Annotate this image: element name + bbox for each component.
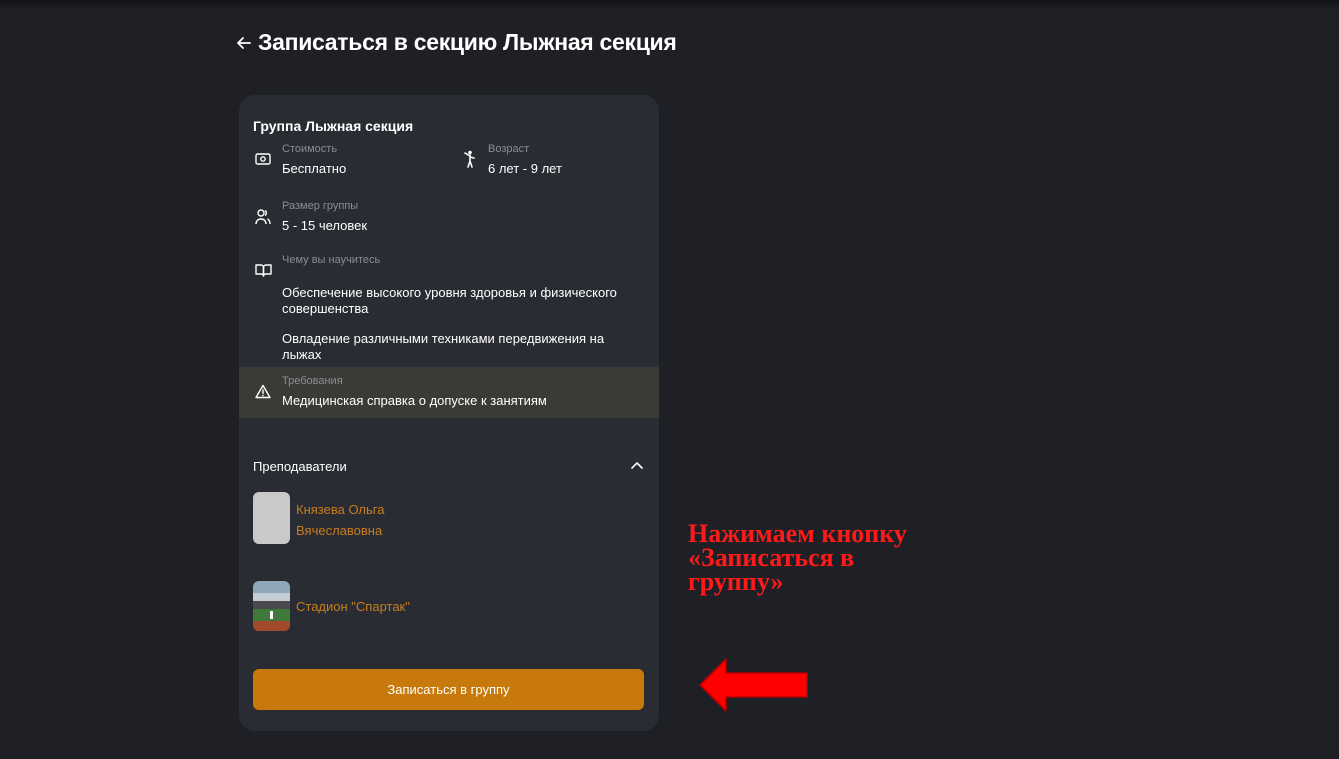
annotation-text: Нажимаем кнопку «Записаться в группу» (688, 519, 907, 596)
collapse-toggle[interactable] (627, 457, 647, 473)
group-title: Группа Лыжная секция (253, 118, 414, 134)
learn-label: Чему вы научитесь (282, 254, 381, 266)
age-label: Возраст (488, 143, 530, 155)
learn-item: Обеспечение высокого уровня здоровья и ф… (282, 285, 617, 316)
cost-value: Бесплатно (282, 161, 347, 176)
group-size-label: Размер группы (282, 200, 359, 212)
enroll-button[interactable]: Записаться в группу (253, 669, 644, 710)
person-icon (459, 149, 479, 169)
requirements-block: Требования Медицинская справка о допуске… (239, 367, 659, 418)
avatar (253, 492, 290, 544)
learn-item: Овладение различными техниками передвиже… (282, 331, 605, 362)
group-size-info: Размер группы 5 - 15 человек (253, 200, 553, 236)
red-arrow-left-icon (699, 658, 808, 712)
requirements-value: Медицинская справка о допуске к занятиям (282, 393, 547, 408)
top-bar (0, 0, 1339, 10)
cost-info: Стоимость Бесплатно (253, 143, 443, 179)
chevron-up-icon (631, 462, 643, 469)
group-size-value: 5 - 15 человек (282, 218, 368, 233)
teachers-title: Преподаватели (253, 459, 347, 474)
requirements-label: Требования (282, 375, 343, 387)
page-title: Записаться в секцию Лыжная секция (258, 29, 677, 55)
stadium-link[interactable]: Стадион "Спартак" (296, 599, 410, 614)
age-value: 6 лет - 9 лет (488, 161, 562, 176)
book-icon (253, 260, 273, 280)
age-info: Возраст 6 лет - 9 лет (459, 143, 649, 179)
warning-icon (253, 381, 273, 401)
back-button[interactable] (234, 31, 254, 55)
users-icon (253, 207, 273, 227)
group-card: Группа Лыжная секция Стоимость Бесплатно… (239, 95, 659, 731)
learn-info: Чему вы научитесь (253, 254, 643, 284)
arrow-left-icon (237, 37, 251, 49)
requirements-info: Требования Медицинская справка о допуске… (253, 375, 643, 411)
cost-label: Стоимость (282, 143, 338, 155)
stadium-photo (253, 581, 290, 631)
money-icon (253, 149, 273, 169)
teacher-name-link[interactable]: Князева Ольга Вячеславовна (296, 499, 406, 541)
